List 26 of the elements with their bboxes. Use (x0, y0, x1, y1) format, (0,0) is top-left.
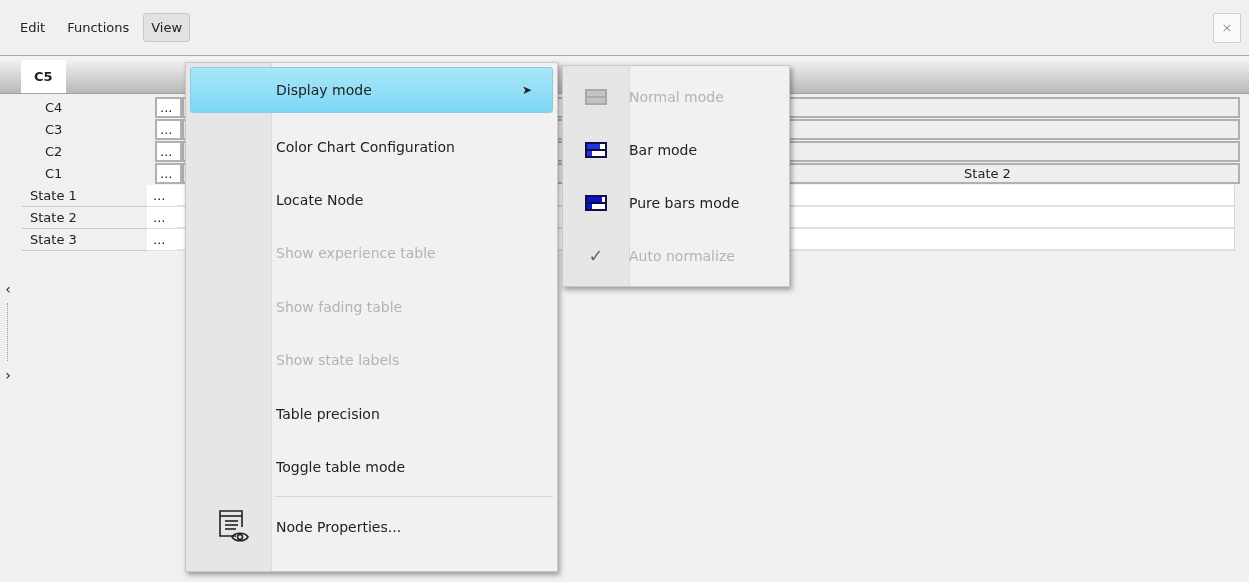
parent-label: C3 (44, 121, 64, 139)
ellipsis-button[interactable]: ... (155, 119, 182, 140)
checkmark-icon: ✓ (588, 245, 604, 266)
menu-item[interactable]: Table precision (190, 386, 553, 441)
menu-item[interactable]: Display mode ➤ (190, 67, 553, 113)
ellipsis-button[interactable]: ... (155, 141, 182, 162)
parent-label: C2 (44, 143, 64, 161)
menu-item[interactable]: Locate Node (190, 173, 553, 227)
submenu-arrow-icon: ➤ (522, 83, 552, 97)
ellipsis-button[interactable]: ... (155, 97, 182, 118)
ellipsis-button[interactable]: ... (155, 163, 182, 184)
splitter-handle[interactable] (6, 303, 10, 361)
ellipsis-button[interactable]: ... (147, 229, 177, 251)
parent-label: C4 (44, 99, 64, 117)
expand-arrow[interactable]: › (5, 367, 11, 383)
collapse-arrow[interactable]: ‹ (5, 281, 11, 297)
parent-label: C1 (44, 165, 64, 183)
menu-item[interactable]: Functions (59, 13, 138, 42)
tab[interactable]: C5 (21, 60, 66, 93)
ellipsis-button[interactable]: ... (147, 185, 177, 207)
menu-item[interactable]: Toggle table mode (190, 440, 553, 494)
menu-item[interactable]: Node Properties... (190, 500, 553, 555)
menu-item[interactable]: Edit (12, 13, 54, 42)
menu-item[interactable]: Color Chart Configuration (190, 120, 553, 174)
menu-item[interactable]: View (143, 13, 191, 42)
ellipsis-button[interactable]: ... (147, 207, 177, 229)
